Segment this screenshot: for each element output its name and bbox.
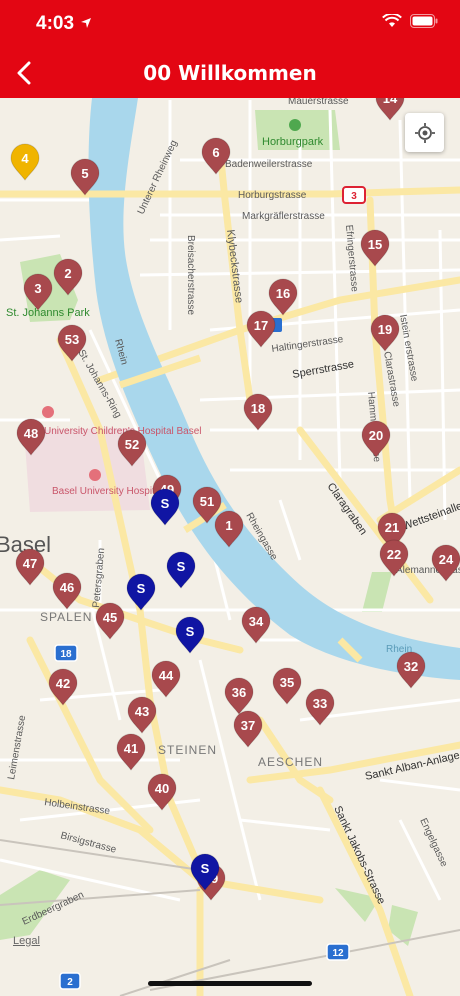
marker-label: 2 [64, 266, 71, 281]
marker-label: 19 [378, 322, 392, 337]
status-time: 4:03 [36, 13, 75, 34]
marker-label: 16 [276, 286, 290, 301]
marker-label: 48 [24, 426, 38, 441]
legal-link[interactable]: Legal [13, 935, 40, 947]
street-label: Breisacherstrasse [185, 235, 196, 315]
road-badge: 2 [67, 977, 73, 988]
place-label: St. Johanns Park [6, 307, 90, 319]
marker-label: 43 [135, 704, 149, 719]
marker-label: 22 [387, 547, 401, 562]
marker-label: S [161, 496, 170, 511]
street-label: Badenweilerstrasse [225, 159, 313, 170]
marker-label: 20 [369, 428, 383, 443]
marker-label: 52 [125, 437, 139, 452]
home-indicator [148, 981, 312, 986]
district-label: STEINEN [158, 743, 217, 757]
marker-label: 15 [368, 237, 382, 252]
status-icons [382, 14, 438, 28]
marker-label: 4 [21, 151, 29, 166]
place-label: Basel University Hospital [52, 486, 163, 497]
page-title: 00 Willkommen [143, 61, 317, 85]
marker-label: 35 [280, 675, 294, 690]
status-bar: 4:03 [0, 0, 460, 48]
marker-label: S [137, 581, 146, 596]
street-label: Markgräflerstrasse [242, 211, 325, 222]
hospital-icon [42, 406, 54, 418]
road-badge: 18 [60, 649, 72, 660]
map-view[interactable]: Mauerstrasse Badenweilerstrasse Horburgs… [0, 0, 460, 996]
wifi-icon [382, 14, 402, 27]
marker-label: 34 [249, 614, 264, 629]
marker-label: S [177, 559, 186, 574]
place-label: Horburgpark [262, 136, 324, 148]
marker-label: 42 [56, 676, 70, 691]
marker-label: 46 [60, 580, 74, 595]
hospital-icon [89, 469, 101, 481]
marker-label: 40 [155, 781, 169, 796]
marker-label: S [186, 624, 195, 639]
crosshair-icon [414, 122, 435, 143]
nav-bar: 00 Willkommen [0, 48, 460, 98]
marker-label: 17 [254, 318, 268, 333]
marker-label: 24 [439, 552, 454, 567]
district-label: SPALEN [40, 610, 92, 624]
marker-label: S [201, 861, 210, 876]
marker-label: 6 [212, 145, 219, 160]
marker-label: 37 [241, 718, 255, 733]
street-label: Horburgstrasse [238, 190, 307, 201]
district-label: AESCHEN [258, 755, 323, 769]
battery-icon [410, 14, 438, 28]
marker-label: 5 [81, 166, 88, 181]
marker-label: 1 [225, 518, 232, 533]
road-badge: 3 [351, 191, 357, 202]
marker-label: 3 [34, 281, 41, 296]
marker-label: 41 [124, 741, 138, 756]
marker-label: 32 [404, 659, 418, 674]
marker-label: 36 [232, 685, 246, 700]
marker-label: 33 [313, 696, 327, 711]
park-icon [289, 119, 301, 131]
marker-label: 21 [385, 520, 399, 535]
marker-label: 45 [103, 610, 117, 625]
marker-label: 51 [200, 494, 214, 509]
marker-label: 44 [159, 668, 174, 683]
marker-label: 18 [251, 401, 265, 416]
location-arrow-icon [81, 18, 91, 28]
locate-me-button[interactable] [405, 113, 444, 152]
marker-label: 53 [65, 332, 79, 347]
road-badge: 12 [332, 948, 344, 959]
marker-label: 47 [23, 556, 37, 571]
